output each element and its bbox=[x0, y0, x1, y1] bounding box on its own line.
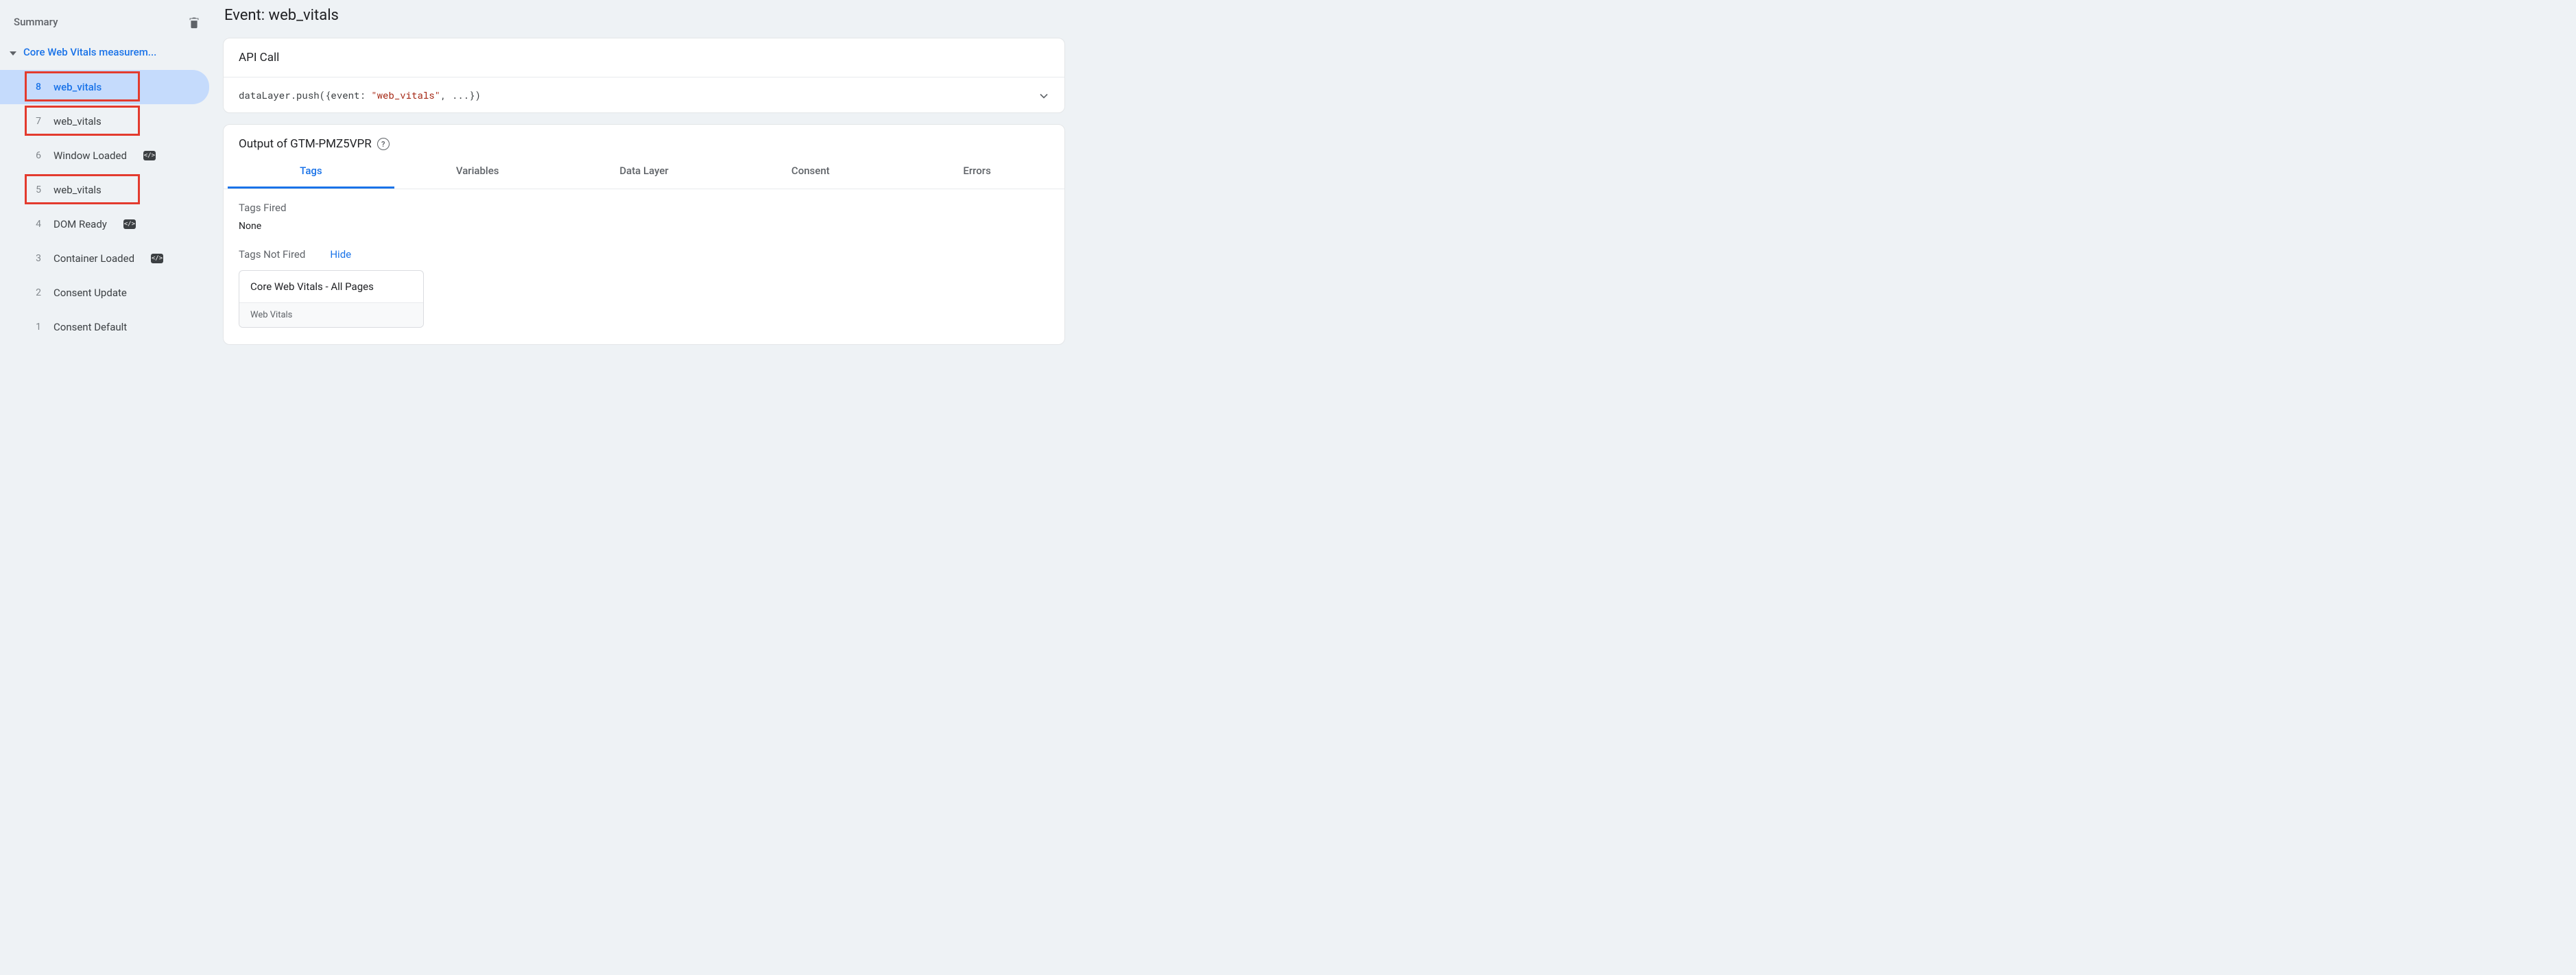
clear-icon[interactable] bbox=[186, 14, 202, 30]
event-item[interactable]: 3 Container Loaded </> bbox=[0, 241, 209, 276]
event-name: Window Loaded bbox=[53, 149, 127, 162]
output-title-prefix: Output of bbox=[239, 137, 290, 151]
event-item[interactable]: 6 Window Loaded </> bbox=[0, 139, 209, 173]
summary-row[interactable]: Summary bbox=[0, 7, 215, 37]
output-container-id: GTM-PMZ5VPR bbox=[290, 137, 372, 151]
event-list: 8 web_vitals 7 web_vitals 6 Window Loaded </> 5… bbox=[0, 67, 215, 344]
tags-fired-label: Tags Fired bbox=[239, 202, 1049, 214]
event-number: 1 bbox=[33, 322, 41, 333]
event-number: 2 bbox=[33, 287, 41, 298]
tags-not-fired-row: Tags Not Fired Hide bbox=[239, 248, 1049, 261]
output-card: Output of GTM-PMZ5VPR ? TagsVariablesDat… bbox=[223, 124, 1065, 345]
event-number: 7 bbox=[33, 116, 41, 127]
sidebar-group[interactable]: Core Web Vitals measurem... bbox=[0, 37, 215, 67]
code-badge-icon: </> bbox=[143, 151, 156, 160]
event-name: Container Loaded bbox=[53, 252, 134, 265]
code-badge-icon: </> bbox=[123, 219, 136, 229]
event-number: 3 bbox=[33, 253, 41, 264]
tags-not-fired-label: Tags Not Fired bbox=[239, 248, 305, 261]
not-fired-tag-subtitle: Web Vitals bbox=[239, 302, 423, 327]
event-name: Consent Update bbox=[53, 287, 127, 299]
event-item[interactable]: 7 web_vitals bbox=[0, 104, 209, 139]
event-item[interactable]: 4 DOM Ready </> bbox=[0, 207, 209, 241]
not-fired-tag-title: Core Web Vitals - All Pages bbox=[239, 271, 423, 302]
page-title-prefix: Event: bbox=[224, 7, 269, 24]
api-call-card: API Call dataLayer.push({event: "web_vit… bbox=[223, 38, 1065, 113]
event-name: web_vitals bbox=[53, 115, 102, 128]
tags-panel: Tags Fired None Tags Not Fired Hide Core… bbox=[224, 189, 1064, 344]
api-code-suffix: , ...}) bbox=[440, 88, 481, 101]
event-item[interactable]: 5 web_vitals bbox=[0, 173, 209, 207]
output-title: Output of GTM-PMZ5VPR bbox=[239, 137, 372, 151]
tab-data-layer[interactable]: Data Layer bbox=[561, 155, 728, 189]
sidebar: Summary Core Web Vitals measurem... 8 web… bbox=[0, 0, 215, 406]
tags-fired-value: None bbox=[239, 221, 1049, 232]
event-name: DOM Ready bbox=[53, 218, 107, 230]
event-name: web_vitals bbox=[53, 81, 102, 93]
output-header: Output of GTM-PMZ5VPR ? bbox=[224, 125, 1064, 155]
event-item[interactable]: 8 web_vitals bbox=[0, 70, 209, 104]
api-code-prefix: dataLayer.push({event: bbox=[239, 88, 371, 101]
tab-variables[interactable]: Variables bbox=[394, 155, 561, 189]
api-call-code: dataLayer.push({event: "web_vitals", ...… bbox=[239, 88, 481, 101]
chevron-down-icon[interactable] bbox=[1037, 89, 1049, 101]
event-name: Consent Default bbox=[53, 321, 127, 333]
summary-label: Summary bbox=[14, 16, 58, 28]
api-code-string: "web_vitals" bbox=[371, 88, 440, 101]
group-label: Core Web Vitals measurem... bbox=[23, 46, 156, 58]
page-title-event: web_vitals bbox=[269, 7, 339, 24]
tab-tags[interactable]: Tags bbox=[228, 155, 394, 189]
help-icon[interactable]: ? bbox=[377, 138, 390, 150]
event-number: 8 bbox=[33, 82, 41, 93]
caret-down-icon bbox=[10, 49, 16, 56]
event-number: 5 bbox=[33, 184, 41, 195]
event-name: web_vitals bbox=[53, 184, 102, 196]
event-number: 6 bbox=[33, 150, 41, 161]
tab-consent[interactable]: Consent bbox=[727, 155, 894, 189]
event-item[interactable]: 2 Consent Update bbox=[0, 276, 209, 310]
event-number: 4 bbox=[33, 219, 41, 230]
page-title: Event: web_vitals bbox=[223, 4, 1065, 27]
api-call-header: API Call bbox=[224, 38, 1064, 77]
event-item[interactable]: 1 Consent Default bbox=[0, 310, 209, 344]
hide-link[interactable]: Hide bbox=[330, 248, 351, 261]
main-content: Event: web_vitals API Call dataLayer.pus… bbox=[215, 0, 1073, 406]
api-call-body[interactable]: dataLayer.push({event: "web_vitals", ...… bbox=[224, 77, 1064, 112]
not-fired-tag-card[interactable]: Core Web Vitals - All Pages Web Vitals bbox=[239, 270, 424, 328]
tab-errors[interactable]: Errors bbox=[894, 155, 1060, 189]
code-badge-icon: </> bbox=[151, 254, 163, 263]
output-tabs: TagsVariablesData LayerConsentErrors bbox=[224, 155, 1064, 189]
